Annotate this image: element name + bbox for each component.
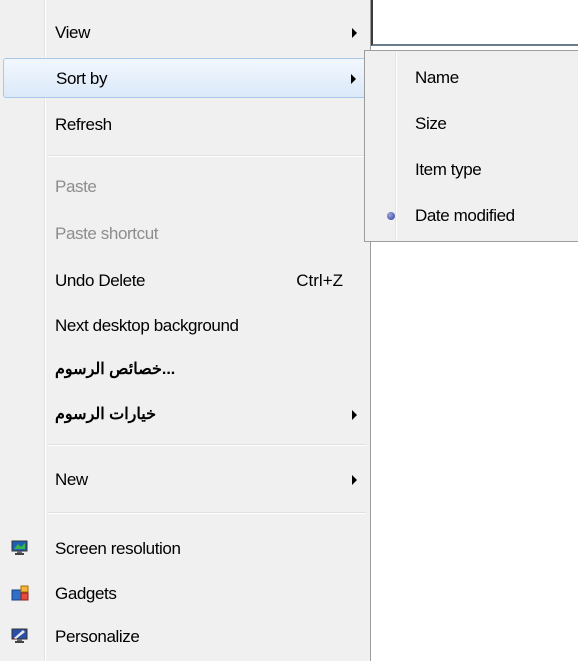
gadgets-icon	[11, 585, 29, 601]
menu-item-gadgets[interactable]: Gadgets	[3, 574, 367, 614]
menu-item-label: خيارات الرسوم	[55, 406, 156, 423]
menu-item-label: View	[55, 23, 90, 42]
monitor-icon	[11, 540, 29, 556]
menu-item-new[interactable]: New	[3, 460, 367, 500]
personalize-icon	[11, 628, 29, 644]
sort-option-date-modified[interactable]: Date modified	[367, 193, 577, 239]
menu-item-graphics-options[interactable]: خيارات الرسوم	[3, 395, 367, 435]
desktop-window-edge	[371, 0, 578, 46]
sort-option-label: Item type	[415, 160, 482, 179]
shortcut-label: Ctrl+Z	[296, 271, 343, 290]
menu-item-label: Undo Delete	[55, 271, 146, 290]
submenu-arrow-icon	[352, 410, 357, 420]
menu-item-label: Screen resolution	[55, 539, 181, 558]
submenu-arrow-icon	[352, 28, 357, 38]
sort-option-label: Date modified	[415, 206, 515, 225]
sort-option-label: Name	[415, 68, 459, 87]
menu-item-sort-by[interactable]: Sort by	[3, 58, 367, 98]
submenu-arrow-icon	[351, 74, 356, 84]
menu-item-label: ...خصائص الرسوم	[55, 361, 176, 378]
menu-item-label: Paste	[55, 177, 97, 196]
menu-item-label: Gadgets	[55, 584, 117, 603]
sort-option-size[interactable]: Size	[367, 101, 577, 147]
sort-option-item-type[interactable]: Item type	[367, 147, 577, 193]
submenu-arrow-icon	[352, 475, 357, 485]
selected-bullet-icon	[387, 212, 395, 220]
menu-item-undo-delete[interactable]: Undo Delete Ctrl+Z	[3, 261, 367, 301]
desktop-context-menu: View Sort by Refresh Paste Paste shortcu…	[0, 0, 371, 661]
menu-item-next-desktop-background[interactable]: Next desktop background	[3, 306, 367, 346]
menu-item-paste-shortcut[interactable]: Paste shortcut	[3, 214, 367, 254]
sort-option-name[interactable]: Name	[367, 55, 577, 101]
menu-separator	[48, 155, 366, 157]
menu-item-label: Sort by	[56, 69, 108, 88]
menu-item-label: Personalize	[55, 627, 140, 646]
menu-item-label: Paste shortcut	[55, 224, 159, 243]
menu-separator	[48, 512, 366, 514]
menu-item-label: Refresh	[55, 115, 112, 134]
menu-item-label: New	[55, 470, 88, 489]
sort-by-submenu: Name Size Item type Date modified	[364, 50, 578, 242]
menu-item-label: Next desktop background	[55, 316, 239, 335]
menu-item-paste[interactable]: Paste	[3, 167, 367, 207]
menu-item-personalize[interactable]: Personalize	[3, 617, 367, 657]
menu-separator	[48, 444, 366, 446]
sort-option-label: Size	[415, 114, 447, 133]
menu-item-view[interactable]: View	[3, 13, 367, 53]
menu-item-graphics-properties[interactable]: ...خصائص الرسوم	[3, 350, 367, 390]
menu-item-screen-resolution[interactable]: Screen resolution	[3, 529, 367, 569]
menu-item-refresh[interactable]: Refresh	[3, 105, 367, 145]
